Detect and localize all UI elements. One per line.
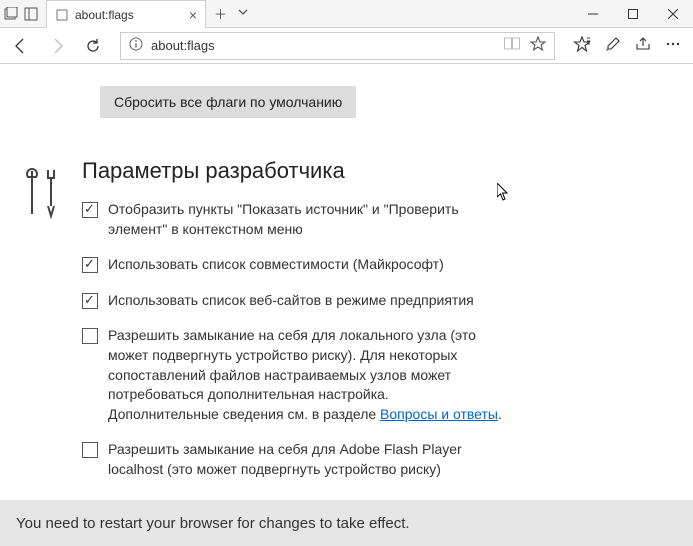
- address-bar[interactable]: about:flags: [120, 32, 555, 60]
- tab-actions: ＋: [206, 0, 257, 27]
- window-controls: [573, 0, 693, 27]
- site-info-icon[interactable]: [129, 37, 143, 54]
- minimize-button[interactable]: [573, 0, 613, 28]
- sidebar-icon[interactable]: [24, 7, 38, 21]
- flag-option: Разрешить замыкание на себя для локально…: [82, 326, 502, 424]
- tools-icon: [20, 158, 64, 225]
- share-icon[interactable]: [635, 36, 651, 55]
- flag-option: Использовать список совместимости (Майкр…: [82, 255, 502, 275]
- option-label: Использовать список веб-сайтов в режиме …: [108, 291, 474, 311]
- restart-notice-bar: You need to restart your browser for cha…: [0, 500, 693, 546]
- refresh-button[interactable]: [78, 31, 108, 61]
- section-title: Параметры разработчика: [82, 158, 502, 184]
- flag-option: Разрешить замыкание на себя для Adobe Fl…: [82, 440, 502, 479]
- option-label: Разрешить замыкание на себя для Adobe Fl…: [108, 440, 502, 479]
- favorites-hub-icon[interactable]: [573, 36, 591, 55]
- new-tab-icon[interactable]: ＋: [214, 4, 227, 23]
- close-window-button[interactable]: [653, 0, 693, 28]
- more-icon[interactable]: [665, 36, 681, 55]
- checkbox[interactable]: [82, 293, 98, 309]
- page-icon: [55, 8, 69, 22]
- app-icon: [4, 7, 18, 21]
- option-label: Отобразить пункты "Показать источник" и …: [108, 200, 502, 239]
- titlebar: about:flags × ＋: [0, 0, 693, 28]
- notes-icon[interactable]: [605, 36, 621, 55]
- flag-option: Использовать список веб-сайтов в режиме …: [82, 291, 502, 311]
- reset-flags-button[interactable]: Сбросить все флаги по умолчанию: [100, 86, 356, 118]
- checkbox[interactable]: [82, 442, 98, 458]
- option-label: Разрешить замыкание на себя для локально…: [108, 326, 502, 424]
- option-label: Использовать список совместимости (Майкр…: [108, 255, 444, 275]
- checkbox[interactable]: [82, 202, 98, 218]
- toolbar: about:flags: [0, 28, 693, 64]
- tab-title: about:flags: [75, 8, 183, 22]
- chevron-down-icon[interactable]: [237, 6, 249, 21]
- favorite-star-icon[interactable]: [530, 36, 546, 55]
- titlebar-left: [0, 0, 42, 27]
- browser-tab[interactable]: about:flags ×: [46, 0, 206, 28]
- checkbox[interactable]: [82, 257, 98, 273]
- close-tab-icon[interactable]: ×: [189, 7, 197, 23]
- page-content: Сбросить все флаги по умолчанию Параметр…: [0, 64, 693, 500]
- flag-option: Отобразить пункты "Показать источник" и …: [82, 200, 502, 239]
- reading-view-icon[interactable]: [504, 37, 520, 54]
- forward-button[interactable]: [42, 31, 72, 61]
- developer-settings-section: Параметры разработчика Отобразить пункты…: [20, 158, 673, 496]
- back-button[interactable]: [6, 31, 36, 61]
- maximize-button[interactable]: [613, 0, 653, 28]
- address-url[interactable]: about:flags: [151, 38, 496, 53]
- checkbox[interactable]: [82, 328, 98, 344]
- restart-message: You need to restart your browser for cha…: [16, 515, 410, 532]
- faq-link[interactable]: Вопросы и ответы: [380, 406, 498, 422]
